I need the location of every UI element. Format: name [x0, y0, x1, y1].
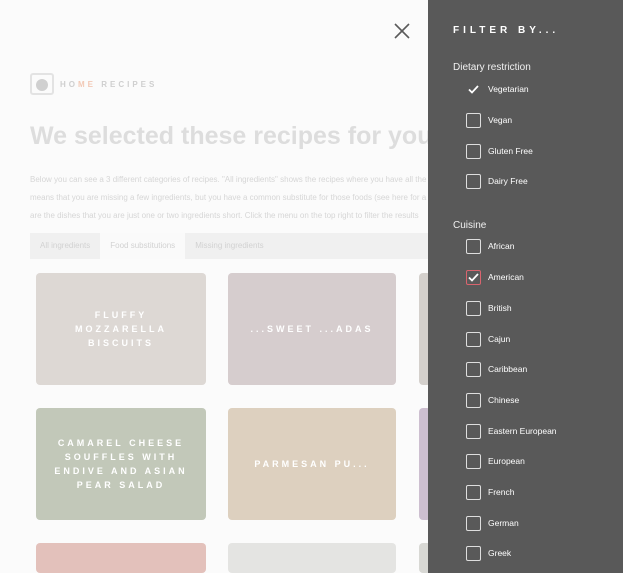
- intro-paragraph: Below you can see a 3 different categori…: [30, 171, 428, 225]
- filter-option-cajun[interactable]: Cajun: [466, 330, 616, 348]
- recipe-card[interactable]: Camarel Cheese Souffles with Endive and …: [36, 408, 206, 520]
- recipe-card[interactable]: Fluffy Mozzarella Biscuits: [36, 273, 206, 385]
- filter-option-label: Caribbean: [488, 364, 528, 374]
- recipe-card-title: Camarel Cheese Souffles with Endive and …: [54, 438, 188, 490]
- checkbox-checked[interactable]: [466, 269, 481, 285]
- filter-option-eastern-european[interactable]: Eastern European: [466, 422, 616, 440]
- page-title: We selected these recipes for you: [30, 122, 433, 150]
- filter-option-label: Vegan: [488, 115, 513, 125]
- recipe-card-partial[interactable]: [228, 543, 396, 573]
- intro-line: are the dishes that you are just one or …: [30, 211, 419, 220]
- checkbox[interactable]: [466, 392, 481, 408]
- checkbox[interactable]: [466, 515, 481, 531]
- check-icon: [468, 84, 479, 94]
- check-icon: [468, 272, 479, 282]
- tab-food-substitutions[interactable]: Food substitutions: [100, 233, 186, 259]
- filter-option-gluten-free[interactable]: Gluten Free: [466, 142, 616, 160]
- plate-icon: [30, 73, 54, 95]
- filter-option-label: European: [488, 456, 525, 466]
- filter-option-label: African: [488, 241, 515, 251]
- filter-option-label: Vegetarian: [488, 84, 529, 94]
- tab-all-ingredients[interactable]: All ingredients: [30, 233, 100, 259]
- filter-option-british[interactable]: British: [466, 299, 616, 317]
- checkbox[interactable]: [466, 143, 481, 159]
- close-icon[interactable]: [392, 21, 412, 41]
- filter-option-label: French: [488, 487, 515, 497]
- checkbox[interactable]: [466, 423, 481, 439]
- intro-line: means that you are missing a few ingredi…: [30, 193, 427, 202]
- filter-option-label: American: [488, 272, 524, 282]
- recipe-card-title: Fluffy Mozzarella Biscuits: [75, 310, 167, 348]
- filter-option-label: Cajun: [488, 334, 511, 344]
- recipe-card-title: Parmesan Pu...: [254, 459, 370, 469]
- dietary-section-label: Dietary restriction: [453, 62, 531, 73]
- cuisine-section-label: Cuisine: [453, 220, 487, 231]
- filter-option-label: British: [488, 303, 512, 313]
- filter-option-german[interactable]: German: [466, 514, 616, 532]
- recipe-card-partial[interactable]: [36, 543, 206, 573]
- checkbox[interactable]: [466, 238, 481, 254]
- checkbox[interactable]: [466, 545, 481, 561]
- filter-option-french[interactable]: French: [466, 483, 616, 501]
- recipe-tabs: All ingredients Food substitutions Missi…: [30, 233, 428, 259]
- filter-option-greek[interactable]: Greek: [466, 544, 616, 562]
- intro-line: Below you can see a 3 different categori…: [30, 175, 427, 184]
- filter-title: FILTER BY...: [453, 25, 560, 36]
- checkbox[interactable]: [466, 112, 481, 128]
- checkbox[interactable]: [466, 300, 481, 316]
- filter-option-label: Dairy Free: [488, 176, 528, 186]
- filter-panel: FILTER BY... Dietary restriction Vegetar…: [428, 0, 623, 573]
- filter-option-label: Eastern European: [488, 426, 557, 436]
- site-logo[interactable]: HOME RECIPES: [30, 73, 157, 95]
- filter-option-chinese[interactable]: Chinese: [466, 391, 616, 409]
- filter-option-dairy-free[interactable]: Dairy Free: [466, 172, 616, 190]
- filter-option-european[interactable]: European: [466, 452, 616, 470]
- checkbox[interactable]: [466, 361, 481, 377]
- filter-option-american[interactable]: American: [466, 268, 616, 286]
- checkbox[interactable]: [466, 82, 481, 97]
- filter-option-label: German: [488, 518, 519, 528]
- recipe-card[interactable]: Parmesan Pu...: [228, 408, 396, 520]
- tab-missing-ingredients[interactable]: Missing ingredients: [185, 233, 273, 259]
- checkbox[interactable]: [466, 331, 481, 347]
- checkbox[interactable]: [466, 453, 481, 469]
- logo-text: HOME RECIPES: [60, 79, 158, 89]
- filter-option-caribbean[interactable]: Caribbean: [466, 360, 616, 378]
- checkbox[interactable]: [466, 484, 481, 500]
- filter-option-vegan[interactable]: Vegan: [466, 111, 616, 129]
- filter-option-label: Chinese: [488, 395, 520, 405]
- filter-option-label: Gluten Free: [488, 146, 533, 156]
- filter-option-vegetarian[interactable]: Vegetarian: [466, 80, 616, 98]
- checkbox[interactable]: [466, 173, 481, 189]
- filter-option-label: Greek: [488, 548, 512, 558]
- recipe-card[interactable]: ...Sweet ...Adas: [228, 273, 396, 385]
- recipe-card-title: ...Sweet ...Adas: [250, 324, 374, 334]
- filter-option-african[interactable]: African: [466, 237, 616, 255]
